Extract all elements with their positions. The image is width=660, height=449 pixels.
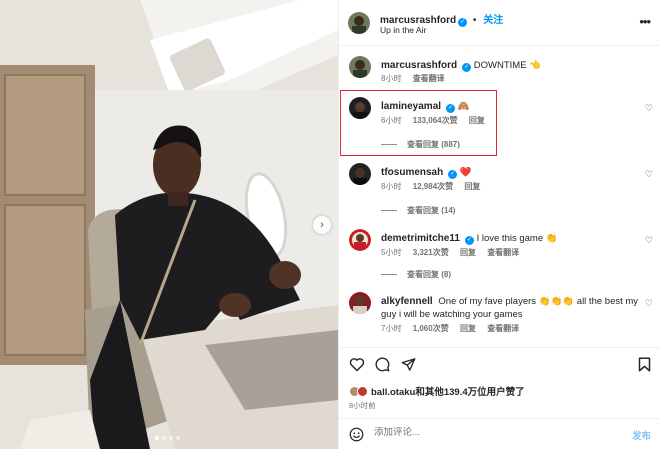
- avatar[interactable]: [349, 97, 371, 119]
- verified-icon: ✓: [458, 18, 468, 27]
- comment-time: 6小时: [381, 116, 402, 125]
- view-replies-label[interactable]: 查看回复 (8): [407, 269, 451, 280]
- avatar[interactable]: [349, 229, 371, 251]
- comment-icon[interactable]: [375, 357, 390, 372]
- more-options-icon[interactable]: •••: [639, 14, 651, 29]
- comment-username[interactable]: alkyfennell: [381, 296, 433, 307]
- post-header: marcusrashford ✓ • 关注 Up in the Air •••: [339, 0, 660, 46]
- comment-time: 5小时: [381, 248, 402, 257]
- view-replies[interactable]: 查看回复 (887): [381, 139, 460, 150]
- comment-username[interactable]: lamineyamal: [381, 101, 441, 112]
- avatar[interactable]: [349, 56, 371, 78]
- divider: [381, 210, 397, 211]
- comment-likes[interactable]: 133,064次赞: [413, 116, 458, 125]
- comment-likes[interactable]: 1,060次赞: [413, 324, 449, 333]
- view-replies-label[interactable]: 查看回复 (14): [407, 205, 455, 216]
- comment-text: 🙈: [457, 101, 470, 112]
- view-replies-label[interactable]: 查看回复 (887): [407, 139, 460, 150]
- reply-button[interactable]: 回复: [460, 324, 476, 333]
- likes-summary[interactable]: ball.otaku和其他139.4万位用户赞了: [349, 384, 525, 398]
- post-photo[interactable]: ›: [0, 0, 338, 449]
- caption-time: 8小时: [381, 74, 402, 83]
- action-bar: ball.otaku和其他139.4万位用户赞了 8小时前: [339, 347, 660, 427]
- heart-icon[interactable]: ♡: [645, 235, 653, 246]
- add-comment-bar: 发布: [339, 418, 660, 449]
- post-button[interactable]: 发布: [632, 428, 651, 442]
- avatar: [357, 385, 368, 397]
- comment-text: I love this game 👏: [476, 233, 558, 244]
- comment-text: ❤️: [459, 167, 472, 178]
- post-time: 8小时前: [349, 401, 376, 410]
- caption-text: DOWNTIME 👈: [473, 60, 542, 71]
- carousel-dot: [162, 436, 166, 440]
- post-location[interactable]: Up in the Air: [380, 25, 426, 35]
- reply-button[interactable]: 回复: [460, 248, 476, 257]
- comment-input[interactable]: [374, 427, 614, 438]
- heart-icon[interactable]: ♡: [645, 103, 653, 114]
- comment-body: alkyfennell One of my fave players 👏👏👏 a…: [381, 295, 643, 321]
- comment-username[interactable]: demetrimitche11: [381, 233, 460, 244]
- verified-icon: ✓: [446, 104, 456, 113]
- likes-text[interactable]: ball.otaku和其他139.4万位用户赞了: [371, 384, 525, 398]
- comment-likes[interactable]: 12,984次赞: [413, 182, 453, 191]
- verified-icon: ✓: [448, 170, 458, 179]
- reply-button[interactable]: 回复: [469, 116, 485, 125]
- next-arrow-icon[interactable]: ›: [313, 216, 331, 234]
- divider: [381, 144, 397, 145]
- translate-link[interactable]: 查看翻译: [413, 74, 445, 83]
- divider: [381, 274, 397, 275]
- comment-time: 8小时: [381, 182, 402, 191]
- avatar[interactable]: [349, 292, 371, 314]
- follow-button[interactable]: 关注: [483, 15, 503, 26]
- carousel-dots: [155, 436, 180, 440]
- carousel-dot: [169, 436, 173, 440]
- share-icon[interactable]: [401, 357, 416, 372]
- reply-button[interactable]: 回复: [464, 182, 480, 191]
- comment-time: 7小时: [381, 324, 402, 333]
- translate-link[interactable]: 查看翻译: [487, 324, 519, 333]
- comment-username[interactable]: tfosumensah: [381, 167, 443, 178]
- carousel-dot: [176, 436, 180, 440]
- post-image: [0, 0, 338, 449]
- avatar[interactable]: [349, 163, 371, 185]
- comment-likes[interactable]: 3,321次赞: [413, 248, 449, 257]
- carousel-dot: [155, 436, 159, 440]
- post-sidebar: marcusrashford ✓ • 关注 Up in the Air ••• m…: [338, 0, 660, 449]
- heart-icon[interactable]: [349, 357, 365, 372]
- view-replies[interactable]: 查看回复 (8): [381, 269, 451, 280]
- bookmark-icon[interactable]: [638, 357, 651, 372]
- heart-icon[interactable]: ♡: [645, 169, 653, 180]
- avatar[interactable]: [348, 12, 370, 34]
- heart-icon[interactable]: ♡: [645, 298, 653, 309]
- translate-link[interactable]: 查看翻译: [487, 248, 519, 257]
- view-replies[interactable]: 查看回复 (14): [381, 205, 455, 216]
- caption-username[interactable]: marcusrashford: [381, 60, 457, 71]
- verified-icon: ✓: [464, 236, 474, 245]
- verified-icon: ✓: [462, 63, 472, 72]
- emoji-icon[interactable]: [349, 427, 364, 442]
- separator: •: [472, 15, 477, 26]
